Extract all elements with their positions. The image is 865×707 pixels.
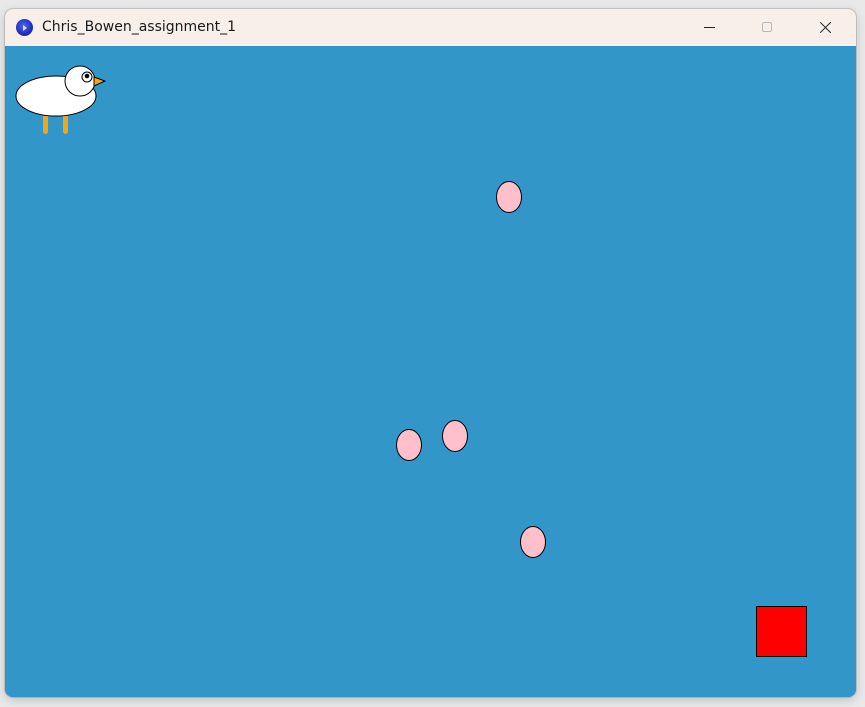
duck-pupil <box>84 73 90 79</box>
close-button[interactable] <box>796 9 854 46</box>
game-scene <box>5 46 856 697</box>
app-icon <box>16 19 33 36</box>
app-window: Chris_Bowen_assignment_1 <box>5 9 856 697</box>
maximize-icon <box>762 22 772 32</box>
minimize-button[interactable] <box>680 9 738 46</box>
minimize-icon <box>704 27 715 28</box>
egg <box>496 181 522 213</box>
title-bar[interactable]: Chris_Bowen_assignment_1 <box>5 9 856 46</box>
window-title: Chris_Bowen_assignment_1 <box>42 19 237 35</box>
close-icon <box>819 21 832 34</box>
egg <box>442 420 468 452</box>
game-canvas[interactable] <box>5 46 856 697</box>
maximize-button[interactable] <box>738 9 796 46</box>
egg <box>520 526 546 558</box>
egg <box>396 429 422 461</box>
game-background <box>5 46 856 697</box>
goal-square <box>756 606 807 657</box>
